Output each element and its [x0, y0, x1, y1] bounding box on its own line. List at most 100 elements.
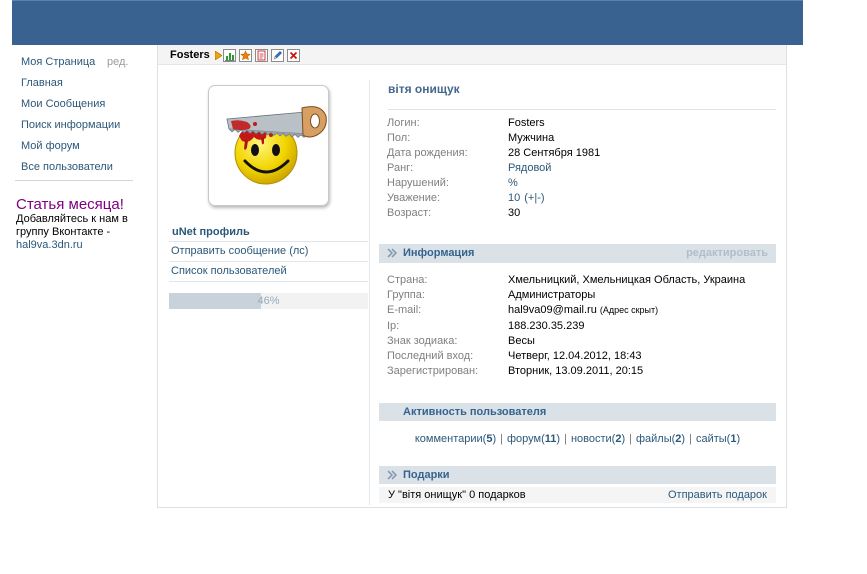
info-field-label: Знак зодиака: — [387, 334, 458, 347]
star-icon[interactable] — [239, 49, 252, 62]
profile-field-value-cell: 28 Сентября 1981 — [508, 146, 600, 161]
profile-field-label: Возраст: — [387, 207, 432, 219]
info-field-value: hal9va09@mail.ru — [508, 304, 597, 317]
info-field-row-6: Зарегистрирован: Вторник, 13.09.2011, 20:… — [387, 364, 776, 379]
profile-field-value: Fosters — [508, 117, 545, 129]
respect-vote: (+|-) — [524, 192, 544, 204]
chevron-right-icon — [387, 470, 398, 480]
chevron-right-icon — [387, 248, 398, 258]
saw-smiley-avatar — [226, 106, 327, 185]
info-field-label: Страна: — [387, 274, 428, 286]
profile-field-row-0: Логин: Fosters — [387, 116, 776, 131]
info-field-value: Вторник, 13.09.2011, 20:15 — [508, 365, 644, 378]
user-list-link[interactable]: Список пользователей — [169, 262, 368, 282]
info-section-title: Информация — [403, 247, 475, 259]
name-divider — [388, 109, 776, 110]
profile-field-row-1: Пол: Мужчина — [387, 131, 776, 146]
column-divider — [369, 80, 370, 505]
sidebar-item-search[interactable]: Поиск информации — [15, 115, 135, 136]
activity-label: форум — [506, 433, 542, 445]
sidebar: Моя Страница ред. Главная Мои Сообщения … — [15, 52, 135, 181]
info-field-value-cell: hal9va09@mail.ru (Адрес скрыт) — [508, 303, 658, 318]
gifts-section-header: Подарки — [379, 466, 776, 484]
profile-field-value[interactable]: % — [508, 177, 518, 189]
info-field-label: Зарегистрирован: — [387, 365, 479, 378]
info-field-row-0: Страна: Хмельницкий, Хмельницкая Область,… — [387, 273, 776, 288]
sidebar-item-label[interactable]: Моя Страница — [21, 56, 95, 68]
activity-link[interactable]: комментарии(5) — [415, 433, 496, 445]
page-icon[interactable] — [255, 49, 268, 62]
profile-field-value-cell: 30 — [508, 206, 520, 221]
info-field-value: Хмельницкий, Хмельницкая Область, Украин… — [508, 274, 746, 286]
activity-separator: | — [564, 433, 567, 445]
gifts-summary: У "вітя онищук" 0 подарков — [388, 489, 526, 501]
profile-field-value: 30 — [508, 207, 521, 219]
profile-field-value-cell: Мужчина — [508, 131, 554, 146]
info-field-value: Администраторы — [508, 289, 596, 302]
edit-my-page-link[interactable]: ред. — [107, 52, 128, 73]
activity-separator: | — [500, 433, 503, 445]
activity-count: 11 — [544, 433, 557, 445]
profile-field-label: Пол: — [387, 132, 411, 144]
profile-panel: Fosters uNet профиль Отправить сообщение… — [157, 45, 787, 508]
activity-label: комментарии — [414, 433, 483, 445]
profile-field-value: 28 Сентября 1981 — [508, 147, 601, 159]
activity-section-header: Активность пользователя — [379, 403, 776, 421]
chart-icon[interactable] — [223, 49, 236, 62]
profile-field-label: Уважение: — [387, 192, 441, 204]
activity-link[interactable]: сайты(1) — [696, 433, 740, 445]
arrow-icon — [215, 51, 222, 60]
info-field-value-cell: Вторник, 13.09.2011, 20:15 — [508, 364, 643, 379]
info-field-row-2: E-mail: hal9va09@mail.ru (Адрес скрыт) — [387, 303, 776, 318]
activity-section-title: Активность пользователя — [403, 406, 547, 418]
pencil-icon[interactable] — [271, 49, 284, 62]
info-field-row-3: Ip: 188.230.35.239 — [387, 319, 776, 334]
sidebar-item-all-users[interactable]: Все пользователи — [15, 157, 135, 178]
sidebar-item-messages[interactable]: Мои Сообщения — [15, 94, 135, 115]
profile-field-row-5: Уважение: 10 (+|-) — [387, 191, 776, 206]
site-header-bar — [12, 0, 803, 45]
profile-field-value: Мужчина — [508, 132, 555, 144]
activity-separator: | — [689, 433, 692, 445]
profile-field-row-2: Дата рождения: 28 Сентября 1981 — [387, 146, 776, 161]
sidebar-item-main[interactable]: Главная — [15, 73, 135, 94]
profile-field-value-cell: % — [508, 176, 518, 191]
activity-paren-close: ) — [621, 433, 626, 445]
activity-label: новости — [570, 433, 612, 445]
profile-field-value[interactable]: 10 — [508, 192, 520, 204]
info-field-row-1: Группа: Администраторы — [387, 288, 776, 303]
profile-field-value[interactable]: Рядовой — [508, 162, 551, 174]
promo-title: Статья месяца! — [16, 196, 124, 213]
info-field-label: Ip: — [387, 319, 400, 332]
profile-username: Fosters — [170, 49, 210, 61]
info-field-value-cell: Администраторы — [508, 288, 595, 303]
vote-close-paren: ) — [540, 192, 545, 204]
unet-profile-title: uNet профиль — [169, 223, 368, 242]
info-field-label: Последний вход: — [387, 349, 474, 362]
profile-field-row-6: Возраст: 30 — [387, 206, 776, 221]
activity-link[interactable]: новости(2) — [571, 433, 625, 445]
info-field-row-4: Знак зодиака: Весы — [387, 334, 776, 349]
promo-text-line: группу Вконтакте - — [16, 226, 111, 238]
send-message-link[interactable]: Отправить сообщение (лс) — [169, 242, 368, 262]
delete-icon[interactable] — [287, 49, 300, 62]
info-field-label: Группа: — [387, 289, 425, 302]
activity-label: файлы — [635, 433, 672, 445]
progress-label: 46% — [257, 295, 280, 307]
edit-profile-link[interactable]: редактировать — [686, 244, 768, 263]
activity-links: комментарии(5) | форум(11) | новости(2) | файл… — [379, 432, 776, 446]
send-gift-link[interactable]: Отправить подарок — [668, 487, 767, 503]
profile-field-value-cell: 10 (+|-) — [508, 191, 545, 206]
promo-link[interactable]: hal9va.3dn.ru — [16, 239, 141, 252]
activity-paren-close: ) — [736, 433, 741, 445]
sidebar-item-my-page[interactable]: Моя Страница ред. — [15, 52, 135, 73]
profile-field-value-cell: Рядовой — [508, 161, 551, 176]
info-field-value: Весы — [508, 334, 535, 347]
profile-name: вітя онищук — [388, 82, 460, 96]
activity-link[interactable]: файлы(2) — [636, 433, 685, 445]
sidebar-item-forum[interactable]: Мой форум — [15, 136, 135, 157]
profile-toolbar: Fosters — [158, 45, 786, 65]
gifts-row: У "вітя онищук" 0 подарков Отправить под… — [379, 487, 776, 503]
info-field-row-5: Последний вход: Четверг, 12.04.2012, 18:4… — [387, 349, 776, 364]
activity-link[interactable]: форум(11) — [507, 433, 560, 445]
